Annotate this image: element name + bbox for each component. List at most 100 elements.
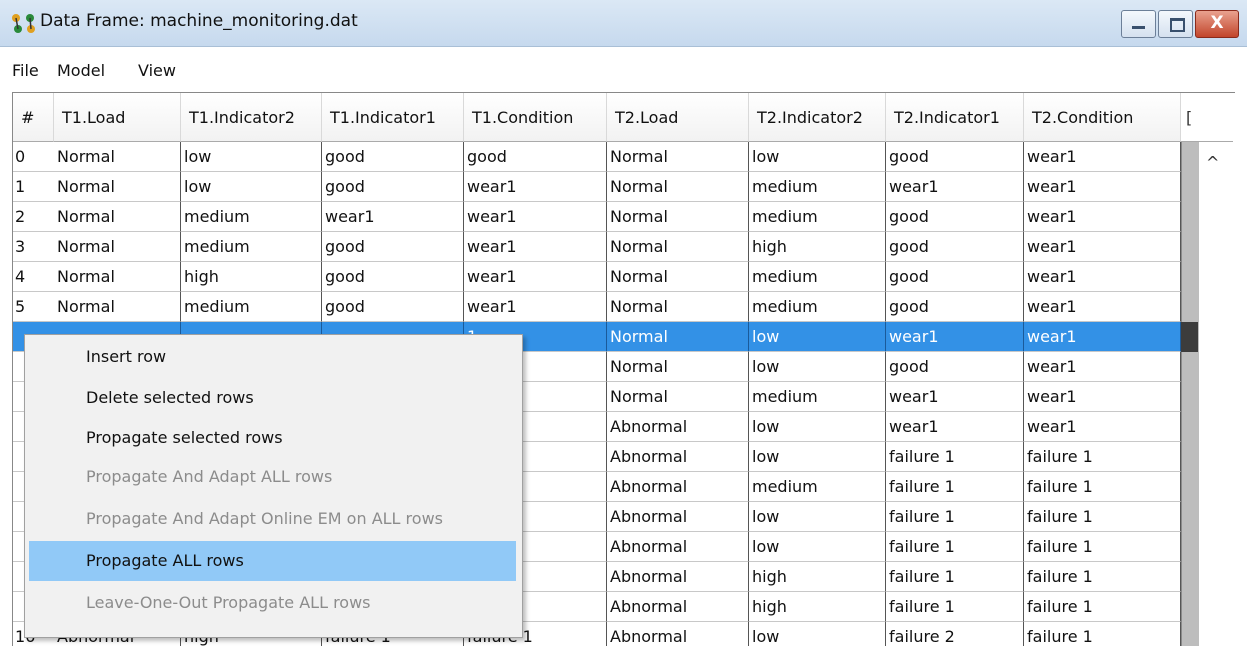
- column-header-2[interactable]: T1.Indicator2: [181, 93, 322, 142]
- table-cell[interactable]: Abnormal: [607, 622, 749, 646]
- table-cell[interactable]: wear1: [464, 292, 607, 322]
- table-cell[interactable]: low: [749, 322, 886, 352]
- table-cell[interactable]: Normal: [607, 202, 749, 232]
- table-cell[interactable]: good: [886, 202, 1024, 232]
- table-cell[interactable]: failure 1: [886, 472, 1024, 502]
- table-cell[interactable]: Normal: [607, 262, 749, 292]
- table-cell[interactable]: medium: [749, 172, 886, 202]
- context-menu-item-propagate-selected-rows[interactable]: Propagate selected rows: [29, 418, 516, 458]
- truncated-column-header[interactable]: [: [1181, 93, 1233, 142]
- menu-model[interactable]: Model: [57, 61, 105, 80]
- table-cell[interactable]: wear1: [464, 232, 607, 262]
- table-cell[interactable]: failure 1: [886, 532, 1024, 562]
- table-cell[interactable]: wear1: [1024, 412, 1181, 442]
- table-cell[interactable]: wear1: [1024, 232, 1181, 262]
- table-cell[interactable]: failure 1: [1024, 442, 1181, 472]
- table-cell[interactable]: Abnormal: [607, 502, 749, 532]
- table-cell[interactable]: wear1: [1024, 292, 1181, 322]
- table-cell[interactable]: wear1: [886, 322, 1024, 352]
- row-index-cell[interactable]: 0: [13, 142, 54, 172]
- vertical-scrollbar[interactable]: [1181, 142, 1199, 646]
- table-cell[interactable]: good: [886, 352, 1024, 382]
- row-index-cell[interactable]: 3: [13, 232, 54, 262]
- table-cell[interactable]: wear1: [886, 172, 1024, 202]
- column-header-3[interactable]: T1.Indicator1: [322, 93, 464, 142]
- table-cell[interactable]: Abnormal: [607, 592, 749, 622]
- table-cell[interactable]: failure 1: [1024, 472, 1181, 502]
- column-header-1[interactable]: T1.Load: [54, 93, 181, 142]
- row-index-cell[interactable]: 2: [13, 202, 54, 232]
- table-cell[interactable]: failure 2: [886, 622, 1024, 646]
- column-header-0[interactable]: #: [13, 93, 54, 142]
- context-menu-item-propagate-all-rows[interactable]: Propagate ALL rows: [29, 541, 516, 581]
- table-cell[interactable]: medium: [181, 232, 322, 262]
- table-cell[interactable]: high: [749, 562, 886, 592]
- table-cell[interactable]: high: [749, 592, 886, 622]
- row-index-cell[interactable]: 4: [13, 262, 54, 292]
- table-cell[interactable]: Normal: [607, 382, 749, 412]
- table-cell[interactable]: good: [886, 232, 1024, 262]
- table-row[interactable]: 5 Normal medium good wear1 Normal medium good we…: [13, 292, 1181, 322]
- table-cell[interactable]: good: [886, 292, 1024, 322]
- table-cell[interactable]: low: [749, 412, 886, 442]
- table-cell[interactable]: failure 1: [886, 562, 1024, 592]
- table-cell[interactable]: wear1: [1024, 202, 1181, 232]
- table-cell[interactable]: failure 1: [1024, 502, 1181, 532]
- table-cell[interactable]: medium: [749, 202, 886, 232]
- table-row[interactable]: 2 Normal medium wear1 wear1 Normal medium good w…: [13, 202, 1181, 232]
- table-cell[interactable]: good: [322, 262, 464, 292]
- table-cell[interactable]: wear1: [1024, 352, 1181, 382]
- table-cell[interactable]: low: [181, 172, 322, 202]
- table-cell[interactable]: Normal: [607, 142, 749, 172]
- table-cell[interactable]: wear1: [1024, 382, 1181, 412]
- table-cell[interactable]: high: [749, 232, 886, 262]
- table-cell[interactable]: Abnormal: [607, 472, 749, 502]
- table-cell[interactable]: Normal: [607, 232, 749, 262]
- row-index-cell[interactable]: 1: [13, 172, 54, 202]
- menu-file[interactable]: File: [12, 61, 39, 80]
- table-row[interactable]: 1 Normal low good wear1 Normal medium wear1 wear…: [13, 172, 1181, 202]
- table-cell[interactable]: Normal: [54, 172, 181, 202]
- table-cell[interactable]: Abnormal: [607, 412, 749, 442]
- table-cell[interactable]: good: [886, 142, 1024, 172]
- table-cell[interactable]: low: [181, 142, 322, 172]
- table-cell[interactable]: Normal: [607, 172, 749, 202]
- table-cell[interactable]: Normal: [54, 292, 181, 322]
- maximize-button[interactable]: [1158, 10, 1193, 38]
- table-cell[interactable]: Normal: [54, 232, 181, 262]
- table-cell[interactable]: low: [749, 142, 886, 172]
- scroll-up-icon[interactable]: ^: [1206, 153, 1219, 172]
- table-row[interactable]: 3 Normal medium good wear1 Normal high good wear…: [13, 232, 1181, 262]
- context-menu-item-insert-row[interactable]: Insert row: [29, 337, 516, 377]
- table-cell[interactable]: wear1: [464, 172, 607, 202]
- table-cell[interactable]: wear1: [1024, 262, 1181, 292]
- table-cell[interactable]: Normal: [54, 262, 181, 292]
- table-cell[interactable]: wear1: [322, 202, 464, 232]
- table-cell[interactable]: good: [886, 262, 1024, 292]
- table-cell[interactable]: failure 1: [1024, 592, 1181, 622]
- table-row[interactable]: 0 Normal low good good Normal low good wear1: [13, 142, 1181, 172]
- column-header-7[interactable]: T2.Indicator1: [886, 93, 1024, 142]
- table-cell[interactable]: good: [322, 232, 464, 262]
- menu-view[interactable]: View: [138, 61, 176, 80]
- table-cell[interactable]: wear1: [464, 262, 607, 292]
- column-header-4[interactable]: T1.Condition: [464, 93, 607, 142]
- table-cell[interactable]: failure 1: [886, 502, 1024, 532]
- table-cell[interactable]: failure 1: [886, 442, 1024, 472]
- table-cell[interactable]: Normal: [607, 322, 749, 352]
- table-cell[interactable]: good: [464, 142, 607, 172]
- table-cell[interactable]: wear1: [1024, 142, 1181, 172]
- table-cell[interactable]: wear1: [464, 202, 607, 232]
- table-cell[interactable]: low: [749, 352, 886, 382]
- table-cell[interactable]: low: [749, 442, 886, 472]
- row-index-cell[interactable]: 5: [13, 292, 54, 322]
- table-cell[interactable]: failure 1: [886, 592, 1024, 622]
- table-cell[interactable]: medium: [181, 292, 322, 322]
- table-cell[interactable]: medium: [749, 292, 886, 322]
- table-cell[interactable]: Normal: [54, 142, 181, 172]
- table-cell[interactable]: good: [322, 292, 464, 322]
- table-cell[interactable]: Normal: [607, 352, 749, 382]
- column-header-8[interactable]: T2.Condition: [1024, 93, 1181, 142]
- table-cell[interactable]: Normal: [54, 202, 181, 232]
- table-cell[interactable]: failure 1: [1024, 562, 1181, 592]
